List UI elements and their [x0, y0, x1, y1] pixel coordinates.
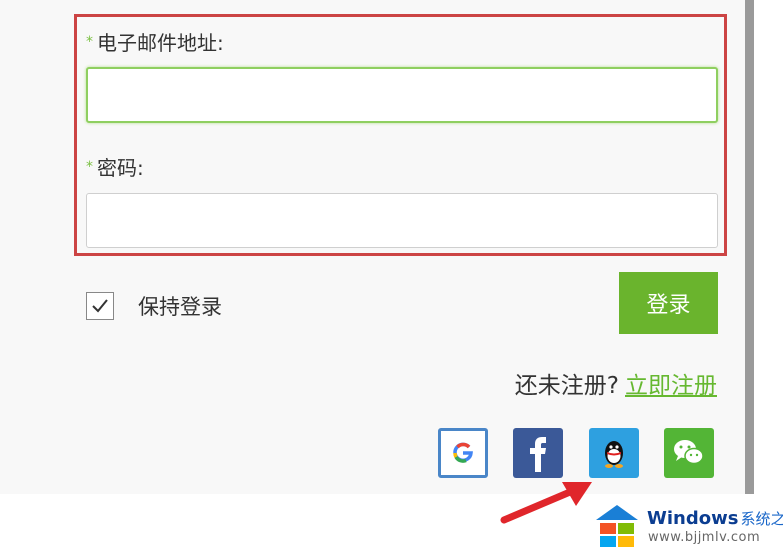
- watermark-brand: Windows系统之家: [647, 508, 783, 529]
- login-button[interactable]: 登录: [619, 272, 718, 334]
- wechat-login-button[interactable]: [664, 428, 714, 478]
- scrollbar[interactable]: [745, 0, 754, 494]
- facebook-icon: [530, 437, 546, 472]
- wechat-icon: [674, 440, 704, 465]
- register-link[interactable]: 立即注册: [625, 373, 717, 399]
- google-login-button[interactable]: [438, 428, 488, 478]
- keep-login-checkbox[interactable]: [86, 292, 114, 320]
- not-registered-text: 还未注册?: [514, 373, 619, 399]
- email-input[interactable]: [86, 67, 718, 123]
- windows-logo-icon: [596, 505, 638, 547]
- password-input[interactable]: [86, 193, 718, 248]
- register-row: 还未注册? 立即注册: [515, 366, 717, 400]
- email-label: * 电子邮件地址:: [86, 31, 224, 55]
- check-icon: [92, 299, 108, 313]
- required-mark: *: [86, 159, 93, 175]
- google-icon: [453, 442, 473, 463]
- required-mark: *: [86, 34, 93, 50]
- facebook-login-button[interactable]: [513, 428, 563, 478]
- watermark-url: www.bjjmlv.com: [648, 530, 761, 545]
- keep-login-label: 保持登录: [138, 295, 222, 319]
- password-label: * 密码:: [86, 156, 144, 180]
- qq-login-button[interactable]: [589, 428, 639, 478]
- qq-icon: [605, 441, 623, 468]
- red-arrow-icon: [500, 482, 592, 524]
